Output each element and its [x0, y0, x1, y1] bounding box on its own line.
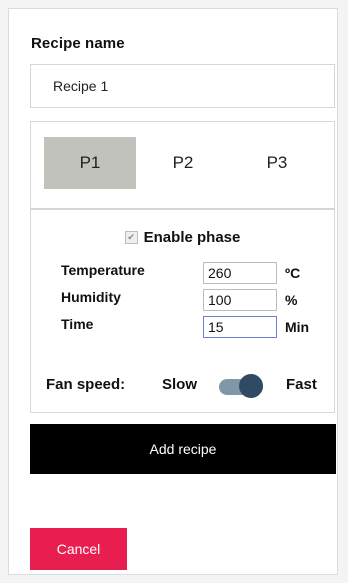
temperature-label: Temperature [61, 262, 145, 278]
enable-phase-row: ✔ Enable phase [31, 229, 334, 246]
recipe-name-label: Recipe name [31, 35, 125, 52]
fan-slow-label: Slow [162, 376, 198, 393]
phase-tabs: P1 P2 P3 [31, 122, 334, 210]
humidity-unit: % [285, 292, 298, 308]
recipe-panel: Recipe name P1 P2 P3 ✔ Enable phase Temp… [8, 8, 338, 575]
recipe-name-input[interactable] [30, 64, 335, 108]
time-unit: Min [285, 319, 310, 335]
cancel-button[interactable]: Cancel [30, 528, 127, 570]
tab-p1[interactable]: P1 [44, 137, 136, 189]
enable-phase-label: Enable phase [143, 229, 241, 246]
enable-phase-checkbox[interactable]: ✔ [124, 231, 138, 244]
phase-box: P1 P2 P3 ✔ Enable phase Temperature ºC H… [30, 121, 335, 413]
humidity-input[interactable] [203, 289, 277, 311]
tab-p2[interactable]: P2 [137, 137, 229, 189]
time-input[interactable] [203, 316, 277, 338]
temperature-input[interactable] [203, 262, 277, 284]
add-recipe-button[interactable]: Add recipe [30, 424, 336, 474]
fan-speed-label: Fan speed: [46, 376, 126, 393]
time-label: Time [61, 316, 94, 332]
humidity-label: Humidity [61, 289, 121, 305]
fan-fast-label: Fast [286, 376, 317, 393]
fan-speed-toggle-knob[interactable] [239, 374, 263, 398]
tab-p3[interactable]: P3 [231, 137, 323, 189]
temperature-unit: ºC [285, 265, 301, 281]
